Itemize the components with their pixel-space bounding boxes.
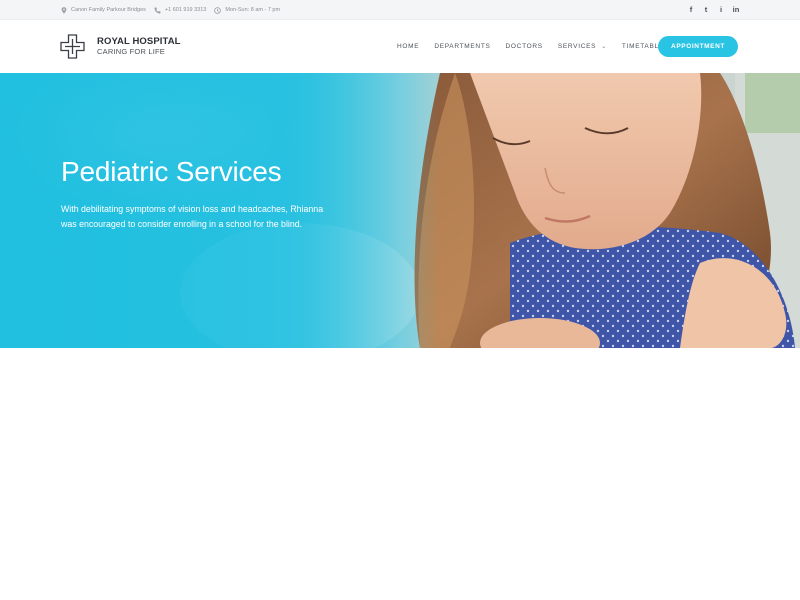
clock-icon <box>214 6 222 14</box>
hero-banner: Pediatric Services With debilitating sym… <box>0 73 800 348</box>
nav-home[interactable]: HOME <box>397 40 419 53</box>
phone-item[interactable]: +1 601 919 3313 <box>154 7 206 14</box>
nav-services-label: SERVICES <box>557 43 597 50</box>
address-text: Canon Family Parkour Bridges <box>71 7 146 13</box>
map-pin-icon <box>60 6 67 14</box>
nav-departments-label: DEPARTMENTS <box>434 43 491 50</box>
brand-name: ROYAL HOSPITAL <box>97 35 181 47</box>
phone-text: +1 601 919 3313 <box>164 7 207 13</box>
address-item: Canon Family Parkour Bridges <box>60 6 146 14</box>
nav-services[interactable]: SERVICES ⌄ <box>558 40 607 53</box>
nav-home-label: HOME <box>397 43 420 50</box>
chevron-down-icon: ⌄ <box>601 44 607 50</box>
hero-description: With debilitating symptoms of vision los… <box>61 203 324 229</box>
appointment-button[interactable]: APPOINTMENT <box>658 36 738 57</box>
twitter-icon[interactable]: t <box>702 0 710 20</box>
phone-icon <box>154 7 161 14</box>
hero-title: Pediatric Services <box>61 156 282 187</box>
nav-doctors-label: DOCTORS <box>505 43 543 50</box>
main-content-area <box>0 348 800 600</box>
nav-doctors[interactable]: DOCTORS <box>506 40 543 53</box>
linkedin-icon[interactable]: in <box>732 0 740 20</box>
site-logo[interactable]: ROYAL HOSPITAL CARING FOR LIFE <box>60 34 181 59</box>
brand-tagline: CARING FOR LIFE <box>97 47 166 57</box>
hours-item: Mon-Sun: 8 am - 7 pm <box>214 6 281 14</box>
cross-logo-icon <box>60 34 85 59</box>
instagram-icon[interactable]: i <box>717 0 725 20</box>
contact-info: Canon Family Parkour Bridges +1 601 919 … <box>60 0 280 20</box>
hours-text: Mon-Sun: 8 am - 7 pm <box>225 7 281 13</box>
site-header: ROYAL HOSPITAL CARING FOR LIFE HOME DEPA… <box>0 20 800 73</box>
top-info-bar: Canon Family Parkour Bridges +1 601 919 … <box>0 0 800 20</box>
hero-content: Pediatric Services With debilitating sym… <box>61 156 341 232</box>
nav-departments[interactable]: DEPARTMENTS <box>434 40 490 53</box>
logo-text: ROYAL HOSPITAL CARING FOR LIFE <box>97 35 181 57</box>
facebook-icon[interactable]: f <box>687 0 695 20</box>
main-nav: HOME DEPARTMENTS DOCTORS SERVICES ⌄ TIMET… <box>397 40 664 53</box>
social-links: f t i in <box>687 0 740 20</box>
